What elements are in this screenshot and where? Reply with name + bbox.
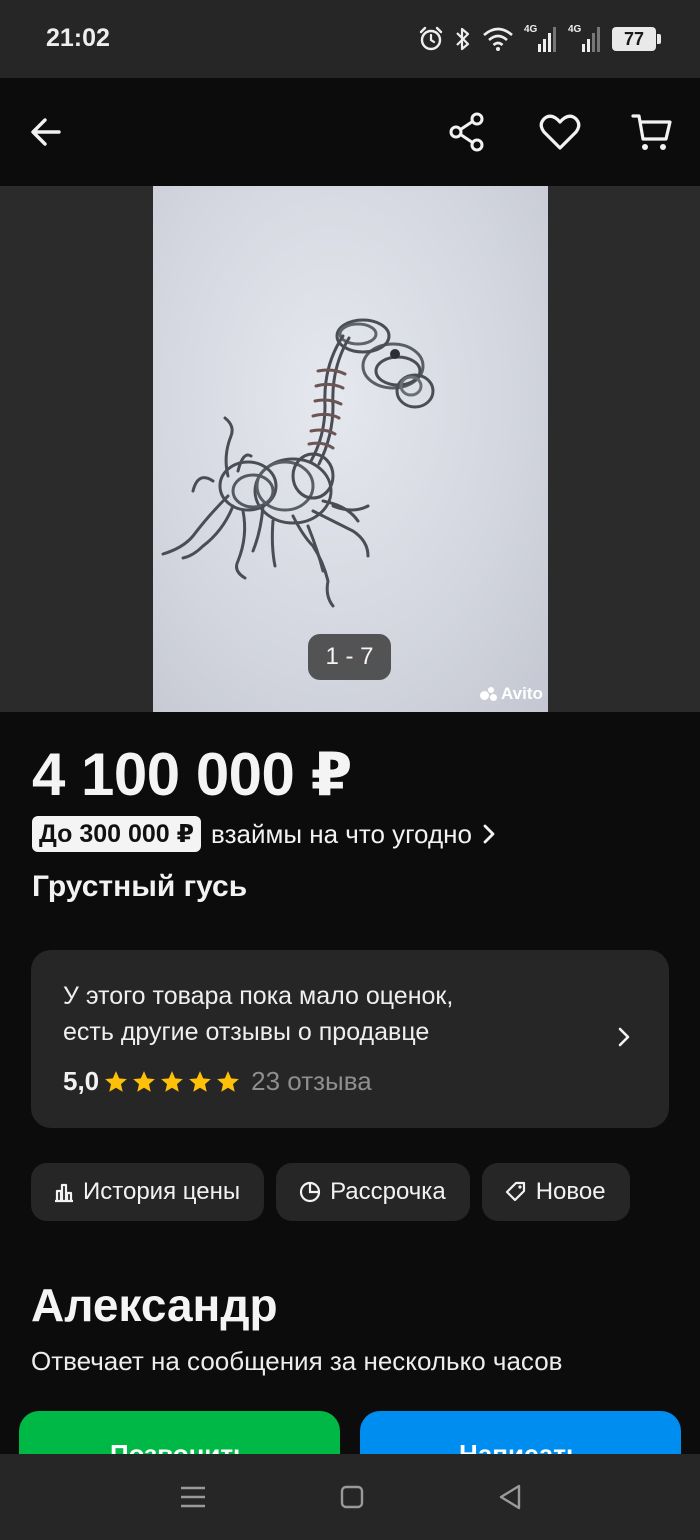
bluetooth-icon	[456, 27, 470, 51]
star-icon	[189, 1070, 211, 1092]
wifi-icon	[483, 27, 513, 51]
watermark-text: Avito	[501, 684, 543, 703]
system-nav-bar	[0, 1454, 700, 1540]
rating-row: 5,0 23 отзыва	[63, 1066, 372, 1097]
share-button[interactable]	[437, 102, 497, 162]
avito-watermark: Avito	[480, 684, 543, 704]
signal-icon: 4G	[524, 24, 558, 54]
back-arrow-icon	[31, 118, 61, 146]
chip-label: История цены	[83, 1178, 241, 1205]
seller-name[interactable]: Александр	[31, 1278, 278, 1332]
price: 4 100 000 ₽	[32, 741, 352, 808]
star-icon	[161, 1070, 183, 1092]
home-square-icon	[340, 1485, 364, 1509]
chevron-right-icon	[483, 824, 495, 844]
share-icon	[449, 112, 484, 152]
reviews-note-line2: есть другие отзывы о продавце	[63, 1018, 430, 1046]
alarm-icon	[419, 26, 443, 51]
reviews-note-line1: У этого товара пока мало оценок,	[63, 982, 454, 1010]
back-button[interactable]	[16, 102, 76, 162]
reviews-count: 23 отзыва	[251, 1066, 372, 1096]
loan-badge: До 300 000 ₽	[32, 816, 202, 852]
chevron-right-icon	[618, 1027, 630, 1047]
menu-icon	[181, 1486, 205, 1508]
photo-gallery[interactable]: 1 - 7 Avito	[0, 186, 700, 712]
bar-chart-icon	[55, 1183, 73, 1203]
star-icon	[105, 1070, 127, 1092]
status-time: 21:02	[46, 24, 110, 52]
tag-icon	[505, 1181, 525, 1202]
chip-label: Рассрочка	[330, 1178, 446, 1205]
pie-chart-icon	[299, 1181, 321, 1203]
chip-condition-new[interactable]: Новое	[481, 1163, 630, 1221]
favorite-button[interactable]	[530, 102, 590, 162]
system-back-button[interactable]	[490, 1480, 530, 1514]
seller-response-time: Отвечает на сообщения за несколько часов	[31, 1346, 563, 1376]
star-icon	[217, 1070, 239, 1092]
battery-icon: 77	[612, 27, 661, 51]
loan-offer-link[interactable]: До 300 000 ₽ взаймы на что угодно	[32, 815, 496, 853]
chip-label: Новое	[535, 1178, 606, 1205]
rating-score: 5,0	[63, 1066, 100, 1096]
avito-logo-icon	[480, 687, 498, 701]
rating-stars	[103, 1069, 241, 1095]
status-icons: 4G 4G 77	[418, 22, 661, 56]
loan-text: взаймы на что угодно	[211, 818, 472, 849]
recent-apps-button[interactable]	[173, 1480, 213, 1514]
photo-counter: 1 - 7	[308, 634, 391, 680]
cart-button[interactable]	[622, 102, 682, 162]
signal-icon: 4G	[568, 24, 602, 54]
chip-price-history[interactable]: История цены	[31, 1163, 265, 1221]
cart-icon	[631, 114, 672, 150]
back-triangle-icon	[499, 1484, 521, 1510]
top-toolbar	[0, 78, 700, 186]
seller-reviews-card[interactable]: У этого товара пока мало оценок, есть др…	[31, 950, 669, 1128]
heart-icon	[539, 114, 581, 150]
listing-title: Грустный гусь	[32, 870, 248, 903]
star-icon	[133, 1070, 155, 1092]
status-bar: 21:02 4G 4G 77	[0, 0, 700, 78]
chip-installments[interactable]: Рассрочка	[276, 1163, 470, 1221]
home-button[interactable]	[332, 1480, 372, 1514]
listing-chips: История цены Рассрочка Новое	[31, 1163, 630, 1221]
